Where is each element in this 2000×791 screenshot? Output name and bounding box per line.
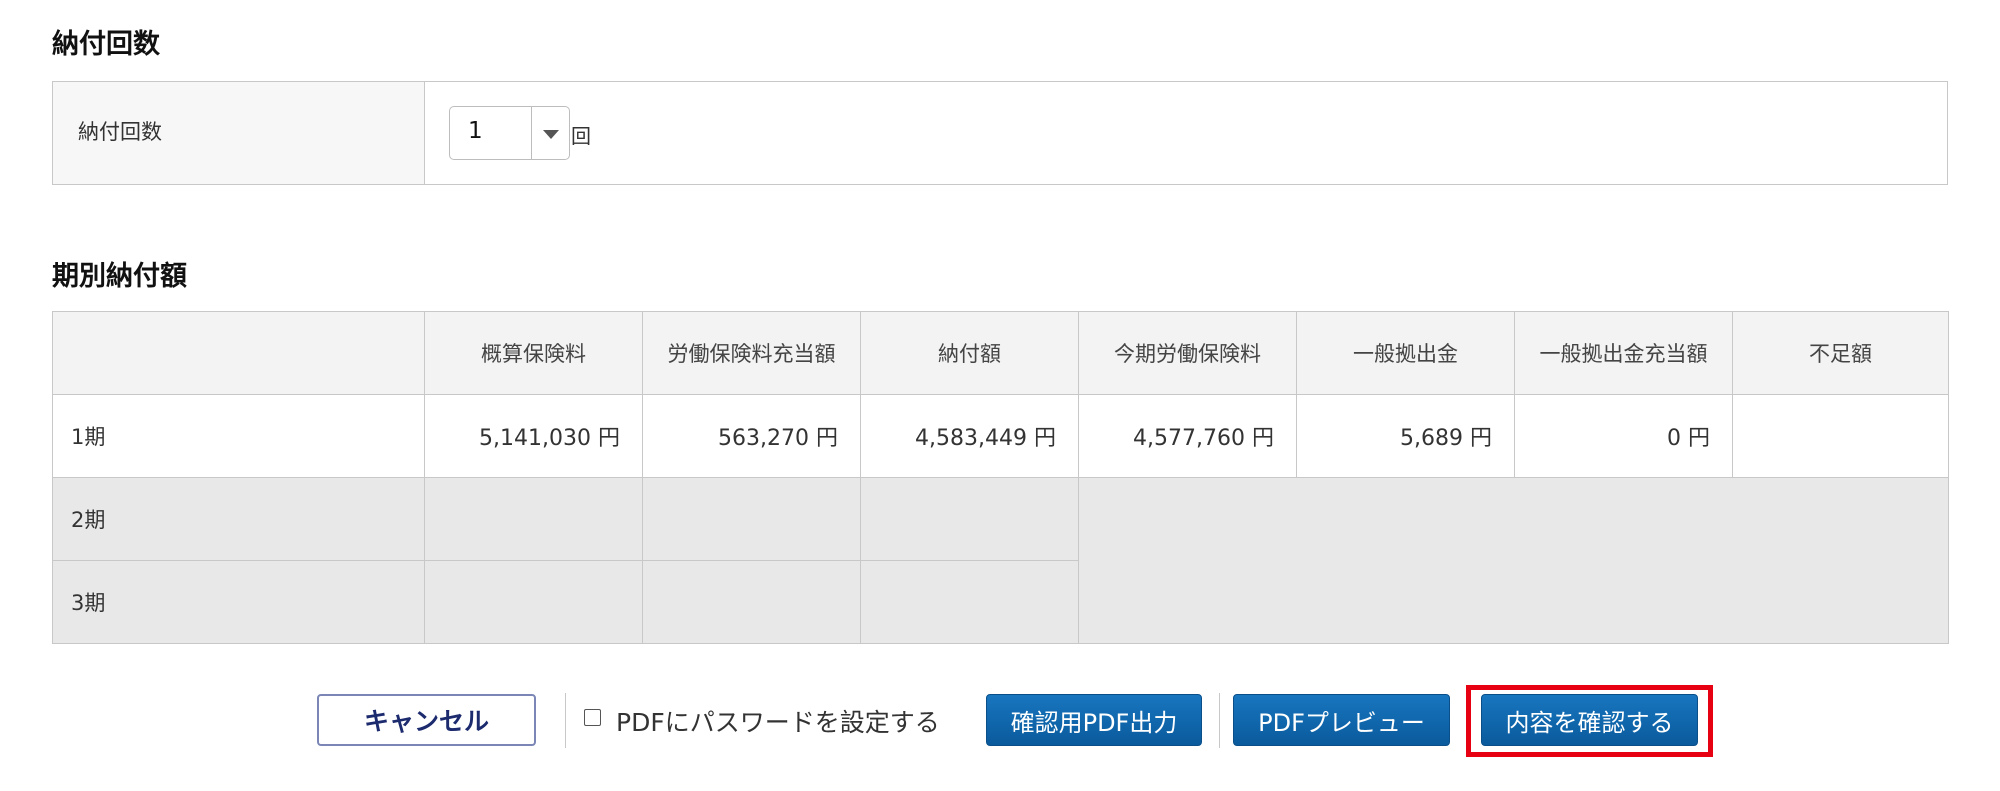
cell-current-labor-premium: 4,577,760 円 bbox=[1078, 394, 1297, 478]
cell-payment-amount bbox=[860, 560, 1079, 644]
header-general-contribution: 一般拠出金 bbox=[1296, 311, 1515, 395]
chevron-down-icon[interactable] bbox=[543, 130, 559, 139]
section-title-period-amounts: 期別納付額 bbox=[52, 261, 187, 292]
header-current-labor-premium: 今期労働保険料 bbox=[1078, 311, 1297, 395]
header-shortage: 不足額 bbox=[1732, 311, 1949, 395]
merged-empty-cell bbox=[1078, 477, 1949, 644]
header-estimated-premium: 概算保険料 bbox=[424, 311, 643, 395]
payment-count-unit: 回 bbox=[571, 124, 591, 148]
cell-estimated-premium bbox=[424, 477, 643, 561]
payment-count-table: 納付回数 1 回 bbox=[52, 81, 1948, 185]
cell-labor-premium-applied: 563,270 円 bbox=[642, 394, 861, 478]
payment-count-select[interactable]: 1 bbox=[449, 106, 570, 160]
cell-labor-premium-applied bbox=[642, 560, 861, 644]
period-amount-table: 概算保険料 労働保険料充当額 納付額 今期労働保険料 一般拠出金 一般拠出金充当… bbox=[52, 311, 1949, 644]
table-row: 1期 5,141,030 円 563,270 円 4,583,449 円 4,5… bbox=[52, 394, 1949, 478]
header-general-contribution-applied: 一般拠出金充当額 bbox=[1514, 311, 1733, 395]
header-labor-premium-applied: 労働保険料充当額 bbox=[642, 311, 861, 395]
table-header-row: 概算保険料 労働保険料充当額 納付額 今期労働保険料 一般拠出金 一般拠出金充当… bbox=[52, 311, 1949, 395]
select-divider bbox=[531, 107, 532, 159]
cell-general-contribution: 5,689 円 bbox=[1296, 394, 1515, 478]
row-label: 3期 bbox=[52, 560, 425, 644]
divider bbox=[1219, 693, 1220, 748]
pdf-preview-button[interactable]: PDFプレビュー bbox=[1233, 694, 1450, 746]
cell-payment-amount: 4,583,449 円 bbox=[860, 394, 1079, 478]
table-row: 2期 bbox=[52, 477, 1949, 644]
divider bbox=[565, 693, 566, 748]
pdf-output-button[interactable]: 確認用PDF出力 bbox=[986, 694, 1202, 746]
cancel-button[interactable]: キャンセル bbox=[317, 694, 536, 746]
cell-labor-premium-applied bbox=[642, 477, 861, 561]
payment-count-select-value: 1 bbox=[468, 118, 483, 144]
cell-shortage bbox=[1732, 394, 1949, 478]
row-label: 2期 bbox=[52, 477, 425, 561]
cell-general-contribution-applied: 0 円 bbox=[1514, 394, 1733, 478]
cell-payment-amount bbox=[860, 477, 1079, 561]
row-label: 1期 bbox=[52, 394, 425, 478]
pdf-password-checkbox[interactable] bbox=[584, 709, 601, 726]
confirm-button[interactable]: 内容を確認する bbox=[1481, 694, 1698, 746]
header-payment-amount: 納付額 bbox=[860, 311, 1079, 395]
cell-estimated-premium bbox=[424, 560, 643, 644]
pdf-password-label[interactable]: PDFにパスワードを設定する bbox=[616, 703, 940, 739]
cell-estimated-premium: 5,141,030 円 bbox=[424, 394, 643, 478]
payment-count-label: 納付回数 bbox=[53, 82, 425, 184]
section-title-payment-count: 納付回数 bbox=[52, 29, 160, 60]
header-cell-empty bbox=[52, 311, 425, 395]
payment-count-cell: 1 回 bbox=[425, 82, 1947, 184]
